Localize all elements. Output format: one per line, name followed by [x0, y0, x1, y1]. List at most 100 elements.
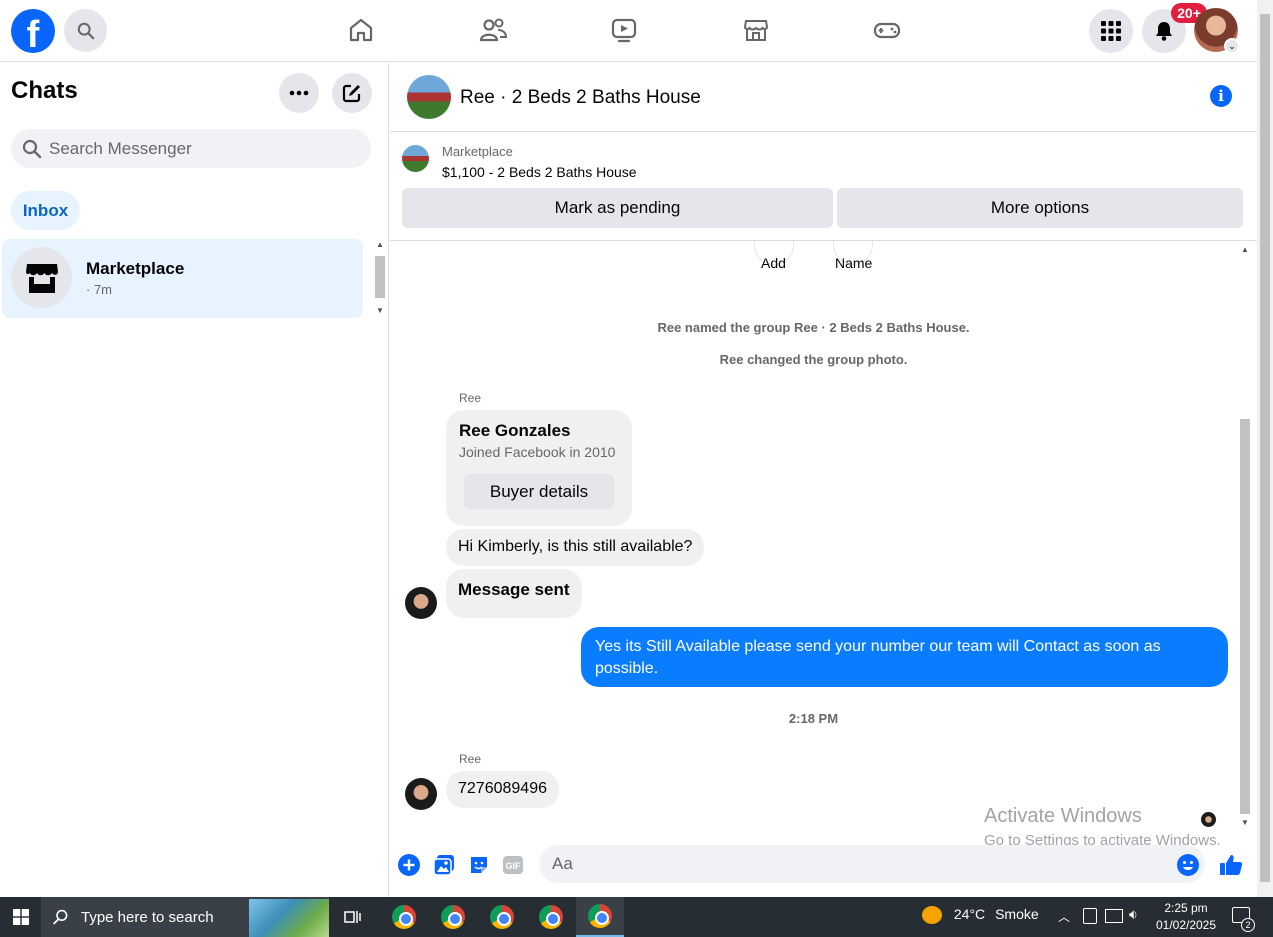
- chats-title: Chats: [11, 77, 78, 104]
- clock-time: 2:25 pm: [1164, 901, 1208, 915]
- activate-windows-watermark: Activate Windows Go to Settings to activ…: [984, 805, 1221, 849]
- gif-button[interactable]: GIF: [501, 853, 525, 877]
- nav-gaming[interactable]: [872, 15, 902, 45]
- incoming-message[interactable]: Message sent: [446, 569, 582, 618]
- incoming-message[interactable]: Hi Kimberly, is this still available?: [446, 529, 705, 566]
- network-icon[interactable]: [1105, 909, 1123, 923]
- more-icon: [289, 90, 309, 96]
- system-message: Ree changed the group photo.: [719, 352, 908, 367]
- nav-watch[interactable]: [609, 15, 639, 45]
- inbox-filter[interactable]: Inbox: [11, 191, 80, 230]
- watermark-title: Activate Windows: [984, 805, 1142, 827]
- scroll-up-arrow-icon[interactable]: ▲: [1241, 245, 1249, 254]
- chats-sidebar: Chats Search Messenger Inbox Marketplace…: [0, 63, 389, 897]
- sender-avatar[interactable]: [405, 778, 437, 810]
- sender-name: Ree: [459, 391, 482, 405]
- task-view-button[interactable]: [329, 897, 377, 937]
- chrome-icon: [539, 905, 563, 929]
- weather-desc: Smoke: [995, 906, 1039, 922]
- taskbar-chrome-2[interactable]: [429, 897, 477, 937]
- search-placeholder: Search Messenger: [49, 138, 192, 158]
- conversation-title[interactable]: Ree · 2 Beds 2 Baths House: [460, 87, 701, 109]
- message-input[interactable]: Aa: [539, 845, 1205, 883]
- photo-icon: [433, 855, 454, 876]
- scroll-down-arrow-icon[interactable]: ▼: [1241, 818, 1249, 827]
- chrome-icon: [588, 904, 612, 928]
- more-options-button[interactable]: More options: [837, 188, 1243, 228]
- emoji-button[interactable]: [1176, 853, 1200, 877]
- new-message-button[interactable]: [332, 73, 372, 113]
- chrome-icon: [441, 905, 465, 929]
- marketplace-avatar: [11, 247, 72, 308]
- scroll-down-arrow-icon[interactable]: ▼: [376, 306, 384, 315]
- like-button[interactable]: [1219, 853, 1243, 877]
- buyer-name: Ree Gonzales: [459, 421, 571, 440]
- windows-logo-icon: [12, 909, 29, 925]
- search-button[interactable]: [64, 9, 107, 52]
- chat-list-item[interactable]: Marketplace · 7m: [2, 239, 363, 318]
- tray-chevron-up-icon[interactable]: ︿: [1058, 908, 1070, 925]
- name-label[interactable]: Name: [835, 255, 872, 271]
- thread-scrollbar-thumb[interactable]: [1240, 419, 1250, 814]
- chrome-icon: [392, 905, 416, 929]
- weather-temp: 24°C: [953, 906, 986, 922]
- compose-icon: [342, 84, 361, 103]
- mark-as-pending-button[interactable]: Mark as pending: [402, 188, 833, 228]
- incoming-message[interactable]: 7276089496: [446, 771, 559, 808]
- friends-icon: [479, 18, 508, 42]
- search-icon: [53, 909, 68, 925]
- chat-options-button[interactable]: [279, 73, 319, 113]
- message-timestamp: 2:18 PM: [788, 711, 839, 726]
- sender-name: Ree: [459, 752, 482, 766]
- group-avatar[interactable]: [407, 75, 451, 119]
- add-label[interactable]: Add: [761, 255, 786, 271]
- menu-button[interactable]: [1089, 9, 1133, 53]
- nav-friends[interactable]: [478, 15, 508, 45]
- outgoing-message[interactable]: Yes its Still Available please send your…: [581, 627, 1228, 687]
- page-scrollbar[interactable]: [1257, 0, 1273, 897]
- taskbar-chrome-active[interactable]: [576, 897, 624, 937]
- search-icon: [77, 22, 94, 39]
- buyer-details-button[interactable]: Buyer details: [464, 474, 614, 509]
- facebook-logo[interactable]: f: [11, 9, 55, 53]
- chat-time: · 7m: [86, 282, 112, 297]
- conversation-panel: Ree · 2 Beds 2 Baths House i Marketplace…: [390, 63, 1257, 897]
- chevron-down-icon[interactable]: ⌄: [1224, 38, 1240, 54]
- thumbs-up-icon: [1220, 855, 1243, 875]
- thread-scrollbar[interactable]: ▲ ▼: [1238, 241, 1252, 830]
- more-actions-button[interactable]: [397, 853, 421, 877]
- taskbar-chrome-3[interactable]: [478, 897, 526, 937]
- listing-title[interactable]: $1,100 - 2 Beds 2 Baths House: [442, 164, 637, 180]
- top-navigation-bar: f 20+ ⌄: [0, 0, 1257, 62]
- sticker-button[interactable]: [467, 853, 491, 877]
- nav-home[interactable]: [346, 15, 376, 45]
- plus-circle-icon: [398, 854, 420, 876]
- sidebar-scrollbar[interactable]: ▲ ▼: [373, 240, 387, 318]
- scroll-up-arrow-icon[interactable]: ▲: [376, 240, 384, 249]
- nav-marketplace[interactable]: [741, 15, 771, 45]
- svg-text:GIF: GIF: [506, 861, 522, 871]
- sidebar-scrollbar-thumb[interactable]: [375, 256, 385, 298]
- taskbar-search[interactable]: Type here to search: [41, 897, 329, 937]
- system-message: Ree named the group Ree · 2 Beds 2 Baths…: [657, 320, 970, 335]
- taskbar-chrome-4[interactable]: [527, 897, 575, 937]
- weather-widget[interactable]: 24°C Smoke: [922, 906, 1039, 925]
- task-view-icon: [344, 911, 361, 923]
- search-icon: [22, 139, 42, 158]
- chat-name: Marketplace: [86, 259, 185, 278]
- meet-now-icon[interactable]: [1083, 908, 1097, 924]
- search-messenger-input[interactable]: Search Messenger: [11, 129, 371, 168]
- emoji-icon: [1177, 854, 1199, 876]
- volume-icon[interactable]: 🔉︎: [1129, 906, 1138, 923]
- marketplace-icon: [743, 20, 769, 41]
- page-scrollbar-thumb[interactable]: [1260, 14, 1270, 882]
- taskbar-chrome-1[interactable]: [380, 897, 428, 937]
- system-clock[interactable]: 2:25 pm 01/02/2025: [1150, 900, 1222, 934]
- attach-photo-button[interactable]: [432, 853, 456, 877]
- listing-thumbnail[interactable]: [402, 145, 429, 172]
- notification-count: 2: [1241, 918, 1255, 932]
- start-button[interactable]: [0, 897, 41, 937]
- info-icon[interactable]: i: [1210, 85, 1232, 107]
- sender-avatar[interactable]: [405, 587, 437, 619]
- home-icon: [349, 18, 373, 42]
